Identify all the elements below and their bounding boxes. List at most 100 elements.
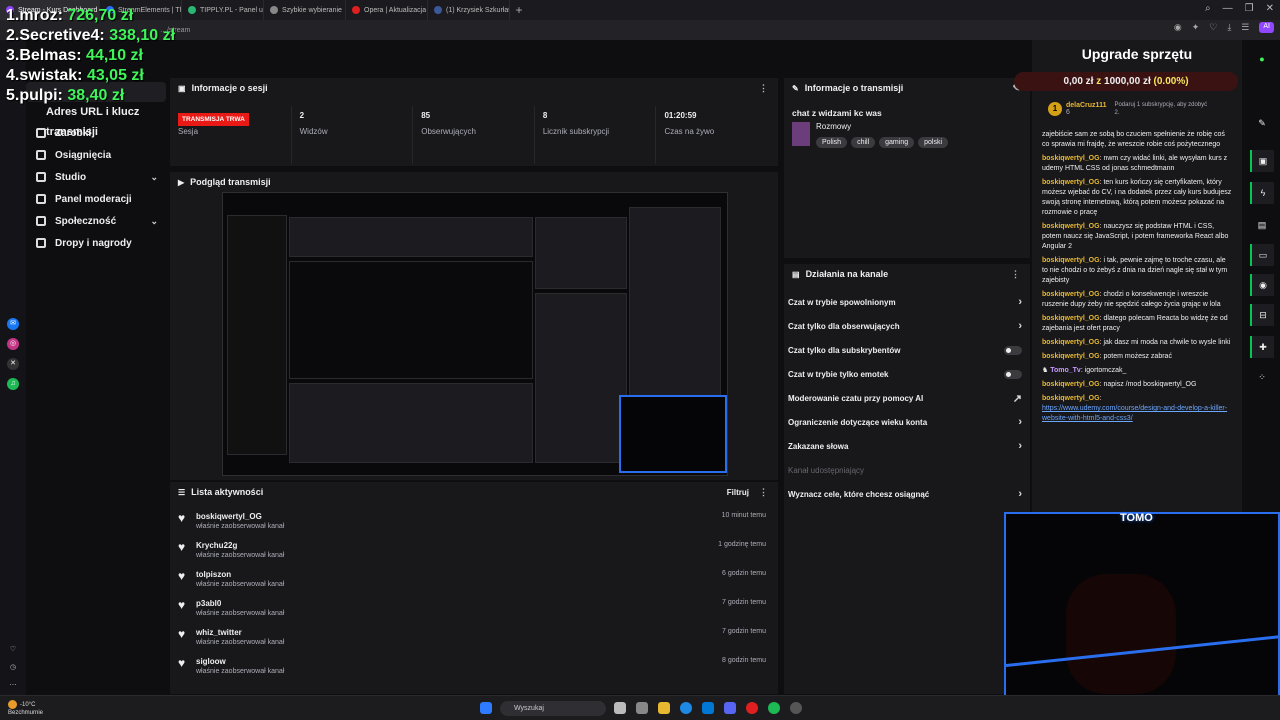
activity-name[interactable]: p3abl0 [196, 599, 284, 608]
heart-icon[interactable]: ♡ [7, 644, 19, 656]
chat-username[interactable]: boskiqwertyl_OG [1042, 179, 1100, 186]
chat-username[interactable]: boskiqwertyl_OG [1042, 353, 1100, 360]
activity-row[interactable]: ♥ Krychu22g właśnie zaobserwował kanał 1 go… [170, 537, 778, 566]
start-icon[interactable] [480, 702, 492, 714]
stream-tag[interactable]: chill [851, 137, 876, 148]
chat-username[interactable]: boskiqwertyl_OG [1042, 291, 1100, 298]
chat-username[interactable]: boskiqwertyl_OG [1042, 155, 1100, 162]
status-icon[interactable]: ● [1250, 48, 1274, 70]
extensions-icon[interactable]: ✦ [1192, 22, 1200, 33]
channel-action-row[interactable]: Wyznacz cele, które chcesz osiągnąć › [784, 482, 1030, 506]
broadcast-icon[interactable]: ◉ [1250, 274, 1274, 296]
chevron-down-icon[interactable]: ⌄ [150, 216, 158, 227]
chevron-down-icon[interactable]: ⌄ [150, 172, 158, 183]
browser-tab[interactable]: TIPPLY.PL - Panel użytkow [182, 0, 264, 20]
activity-row[interactable]: ♥ whiz_twitter właśnie zaobserwował kanał 7… [170, 624, 778, 653]
channel-action-row[interactable]: Zakazane słowa › [784, 434, 1030, 458]
spotify-icon[interactable] [768, 702, 780, 714]
opera-icon[interactable] [746, 702, 758, 714]
spotify-icon[interactable]: ♫ [7, 378, 19, 390]
channel-action-row[interactable]: Moderowanie czatu przy pomocy AI ↗ [784, 386, 1030, 410]
chevron-right-icon[interactable]: › [1018, 296, 1022, 308]
channel-action-row[interactable]: Czat tylko dla obserwujących › [784, 314, 1030, 338]
toggle-switch[interactable] [1004, 345, 1022, 355]
channel-action-row[interactable]: Czat tylko dla subskrybentów [784, 338, 1030, 362]
download-icon[interactable]: ⤓ [1227, 22, 1231, 33]
filter-button[interactable]: Filtruj [727, 488, 749, 497]
nav-item[interactable]: Panel moderacji [26, 188, 166, 210]
more-options-icon[interactable]: ⋮ [759, 487, 768, 498]
note-icon[interactable]: ▤ [1250, 214, 1274, 236]
chat-username[interactable]: boskiqwertyl_OG [1042, 223, 1100, 230]
menu-icon[interactable]: ☰ [1241, 22, 1249, 33]
more-icon[interactable]: ⋯ [7, 680, 19, 692]
nav-item[interactable]: Dropy i nagrody [26, 232, 166, 254]
chat-username[interactable]: boskiqwertyl_OG [1042, 339, 1100, 346]
wrench-icon[interactable]: ✚ [1250, 336, 1274, 358]
search-icon[interactable]: ⌕ [1205, 3, 1211, 14]
edit-icon[interactable]: ✎ [1250, 112, 1274, 134]
chat-username[interactable]: boskiqwertyl_OG [1042, 257, 1100, 264]
channel-action-row[interactable]: Ograniczenie dotyczące wieku konta › [784, 410, 1030, 434]
leader-name[interactable]: delaCruz111 [1066, 102, 1106, 109]
nav-item[interactable]: Społeczność ⌄ [26, 210, 166, 232]
activity-name[interactable]: whiz_twitter [196, 628, 284, 637]
activity-name[interactable]: Krychu22g [196, 541, 284, 550]
stream-preview-video[interactable] [222, 192, 728, 476]
channel-action-row[interactable]: Czat w trybie spowolnionym › [784, 290, 1030, 314]
app-icon[interactable] [636, 702, 648, 714]
messenger-icon[interactable]: ✉ [7, 318, 19, 330]
activity-row[interactable]: ♥ p3abl0 właśnie zaobserwował kanał 7 godzi… [170, 595, 778, 624]
stream-tag[interactable]: polski [918, 137, 949, 148]
chevron-right-icon[interactable]: › [1018, 416, 1022, 428]
activity-name[interactable]: sigloow [196, 657, 284, 666]
chevron-right-icon[interactable]: › [1018, 440, 1022, 452]
new-tab-button[interactable]: + [510, 3, 528, 17]
activity-row[interactable]: ♥ boskiqwertyl_OG właśnie zaobserwował kan… [170, 508, 778, 537]
history-icon[interactable]: ◷ [7, 662, 19, 674]
chat-username[interactable]: boskiqwertyl_OG [1042, 381, 1100, 388]
chat-icon[interactable]: ▭ [1250, 244, 1274, 266]
external-link-icon[interactable]: ↗ [1013, 392, 1022, 405]
close-icon[interactable]: ✕ [1266, 3, 1274, 14]
weather-widget[interactable]: -10°C Bezchmurnie [8, 700, 43, 717]
store-icon[interactable] [702, 702, 714, 714]
nav-item[interactable]: Studio ⌄ [26, 166, 166, 188]
x-icon[interactable]: ✕ [7, 358, 19, 370]
address-bar[interactable]: …/stream [0, 20, 1280, 40]
discord-icon[interactable] [724, 702, 736, 714]
instagram-icon[interactable]: ◎ [7, 338, 19, 350]
chat-link[interactable]: https://www.udemy.com/course/design-and-… [1042, 405, 1227, 422]
obs-icon[interactable] [790, 702, 802, 714]
activity-name[interactable]: boskiqwertyl_OG [196, 512, 284, 521]
more-options-icon[interactable]: ⋮ [1011, 269, 1020, 280]
camera-icon[interactable]: ◉ [1174, 22, 1182, 33]
nav-item[interactable]: Osiągnięcia [26, 144, 166, 166]
chat-username[interactable]: Tomo_Tv [1050, 367, 1081, 374]
chat-username[interactable]: boskiqwertyl_OG [1042, 315, 1100, 322]
stream-tag[interactable]: gaming [879, 137, 915, 148]
activity-row[interactable]: ♥ tolpiszon właśnie zaobserwował kanał 6 go… [170, 566, 778, 595]
task-view-icon[interactable] [614, 702, 626, 714]
taskbar-search[interactable]: Wyszukaj [500, 701, 606, 716]
dots-icon[interactable]: ⁘ [1250, 366, 1274, 388]
browser-tab[interactable]: Szybkie wybieranie [264, 0, 346, 20]
minimize-icon[interactable]: — [1223, 3, 1233, 14]
stream-tag[interactable]: Polish [816, 137, 848, 148]
marker-icon[interactable]: ⊟ [1250, 304, 1274, 326]
chat-username[interactable]: boskiqwertyl_OG [1042, 395, 1100, 402]
ai-button[interactable]: AI [1259, 22, 1274, 33]
maximize-icon[interactable]: ❐ [1245, 3, 1254, 14]
heart-icon[interactable]: ♡ [1209, 22, 1217, 33]
channel-action-row[interactable]: Czat w trybie tylko emotek [784, 362, 1030, 386]
clip-icon[interactable]: ▣ [1250, 150, 1274, 172]
activity-name[interactable]: tolpiszon [196, 570, 284, 579]
browser-tab[interactable]: Opera | Aktualizacja zakoń [346, 0, 428, 20]
more-options-icon[interactable]: ⋮ [759, 83, 768, 94]
chevron-right-icon[interactable]: › [1018, 488, 1022, 500]
chevron-right-icon[interactable]: › [1018, 320, 1022, 332]
lightning-icon[interactable]: ϟ [1250, 182, 1274, 204]
toggle-switch[interactable] [1004, 369, 1022, 379]
activity-row[interactable]: ♥ sigloow właśnie zaobserwował kanał 8 godz… [170, 653, 778, 682]
browser-tab[interactable]: (1) Krzysiek Szkurłatowicz [428, 0, 510, 20]
